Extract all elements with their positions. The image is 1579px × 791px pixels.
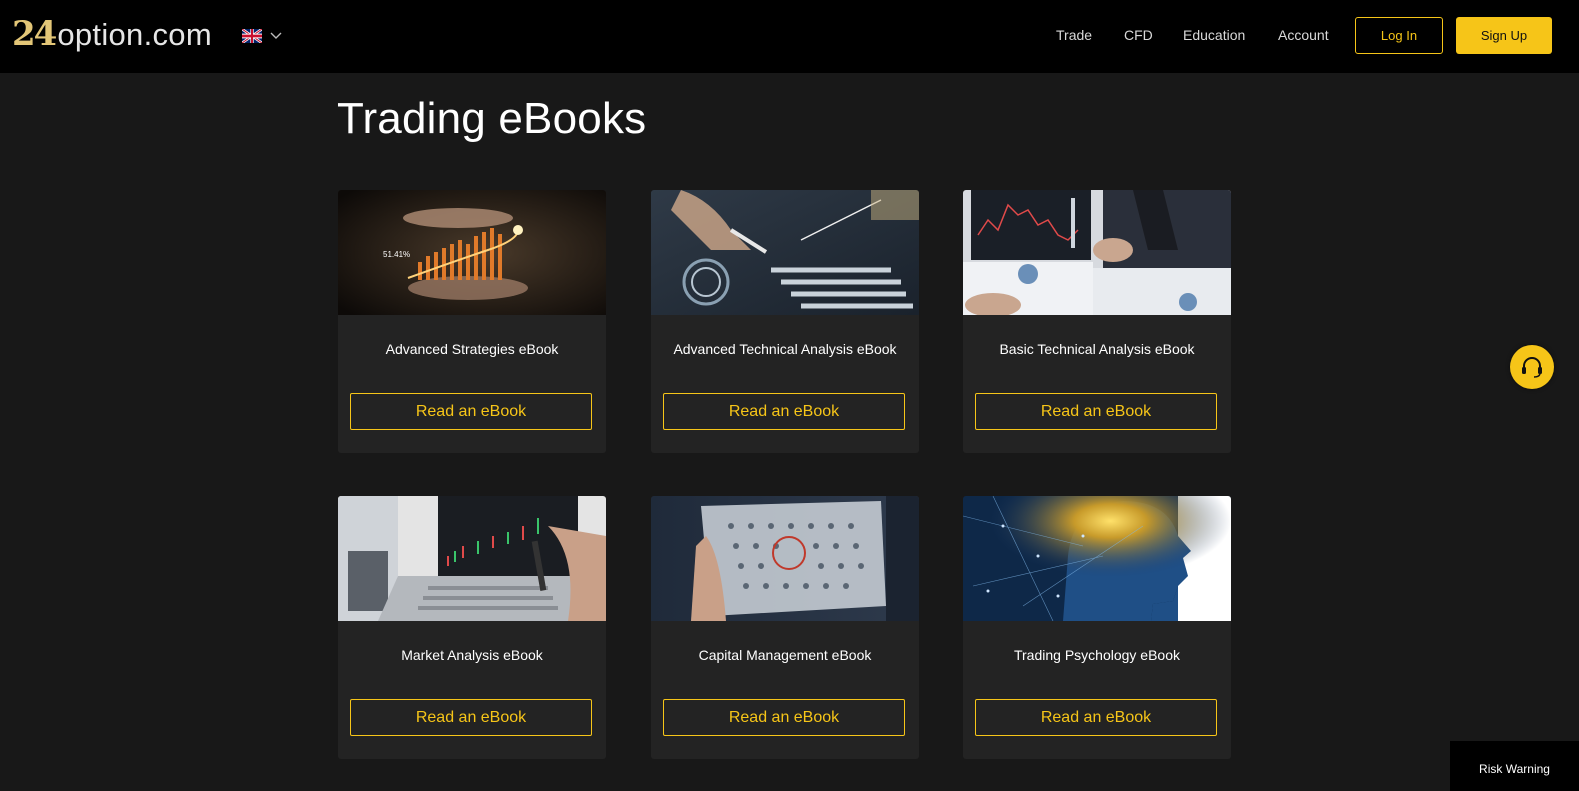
ebook-card: 51.41% Advanced Strategies eBook Read an…	[338, 190, 606, 453]
page-title: Trading eBooks	[337, 94, 647, 143]
chart-documents-image	[963, 190, 1231, 315]
read-ebook-button[interactable]: Read an eBook	[663, 393, 905, 430]
digital-head-image	[963, 496, 1231, 621]
ebook-title: Basic Technical Analysis eBook	[999, 341, 1195, 357]
ebook-card: Trading Psychology eBook Read an eBook	[963, 496, 1231, 759]
ebook-title: Trading Psychology eBook	[1013, 647, 1181, 663]
ebook-title: Capital Management eBook	[698, 647, 872, 663]
nav-trade[interactable]: Trade	[1056, 27, 1092, 43]
site-header: 24 option.com Trade CFD Education Accoun…	[0, 0, 1579, 73]
read-ebook-button[interactable]: Read an eBook	[975, 393, 1217, 430]
ebook-card: Basic Technical Analysis eBook Read an e…	[963, 190, 1231, 453]
signup-button[interactable]: Sign Up	[1456, 17, 1552, 54]
trading-chart-hands-image: 51.41%	[338, 190, 606, 315]
read-ebook-button[interactable]: Read an eBook	[350, 393, 592, 430]
ebook-title: Advanced Technical Analysis eBook	[673, 341, 897, 357]
svg-text:51.41%: 51.41%	[383, 250, 410, 259]
analytics-pen-image	[651, 190, 919, 315]
uk-flag-icon	[242, 29, 262, 43]
headset-icon	[1522, 357, 1542, 378]
read-ebook-button[interactable]: Read an eBook	[350, 699, 592, 736]
chevron-down-icon	[270, 32, 282, 39]
ebook-title: Advanced Strategies eBook	[385, 341, 559, 357]
ebook-card: Advanced Technical Analysis eBook Read a…	[651, 190, 919, 453]
read-ebook-button[interactable]: Read an eBook	[975, 699, 1217, 736]
login-button[interactable]: Log In	[1355, 17, 1443, 54]
nav-cfd[interactable]: CFD	[1124, 27, 1153, 43]
ebook-title: Market Analysis eBook	[401, 647, 543, 663]
support-chat-button[interactable]	[1510, 345, 1554, 389]
ebook-card: Market Analysis eBook Read an eBook	[338, 496, 606, 759]
risk-warning-tab[interactable]: Risk Warning	[1450, 741, 1579, 791]
logo-number: 24	[12, 14, 57, 54]
read-ebook-button[interactable]: Read an eBook	[663, 699, 905, 736]
tablet-people-image	[651, 496, 919, 621]
logo-text: option.com	[57, 17, 212, 52]
brand-logo[interactable]: 24 option.com	[12, 14, 212, 54]
nav-account[interactable]: Account	[1278, 27, 1329, 43]
ebook-card: Capital Management eBook Read an eBook	[651, 496, 919, 759]
nav-education[interactable]: Education	[1183, 27, 1245, 43]
laptop-chart-image	[338, 496, 606, 621]
language-selector[interactable]	[242, 29, 282, 43]
